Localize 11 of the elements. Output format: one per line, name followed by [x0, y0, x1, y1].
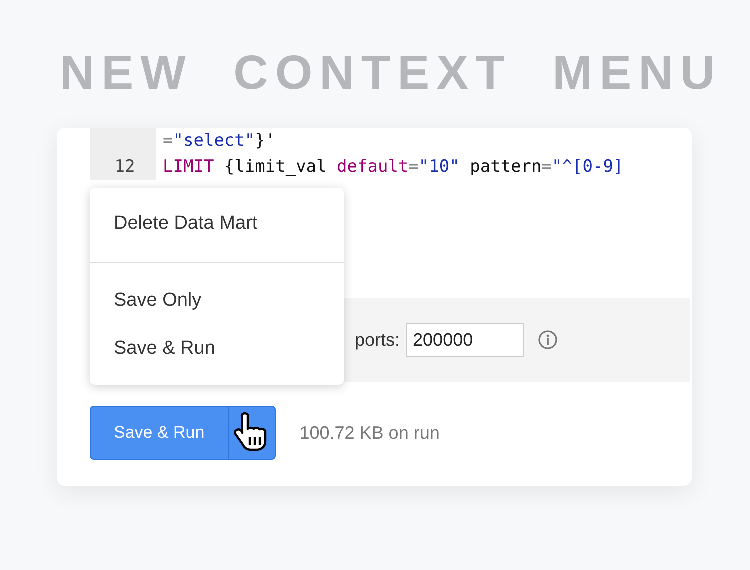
setting-label: ports:	[355, 330, 400, 350]
menu-item[interactable]: Save & Run	[90, 325, 344, 373]
menu-item[interactable]: Save Only	[90, 277, 344, 325]
page-heading: NEW CONTEXT MENU	[60, 46, 723, 102]
run-size-text: 100.72 KB on run	[300, 422, 440, 444]
code-line: LIMIT {limit_val default="10" pattern="^[0-9]	[162, 157, 624, 177]
limit-input-field[interactable]: 200000	[406, 323, 524, 357]
line-number: 12	[90, 154, 156, 180]
code-line: ="select"}'	[162, 131, 276, 151]
menu-item[interactable]: Delete Data Mart	[90, 200, 344, 248]
info-icon[interactable]	[538, 330, 558, 350]
